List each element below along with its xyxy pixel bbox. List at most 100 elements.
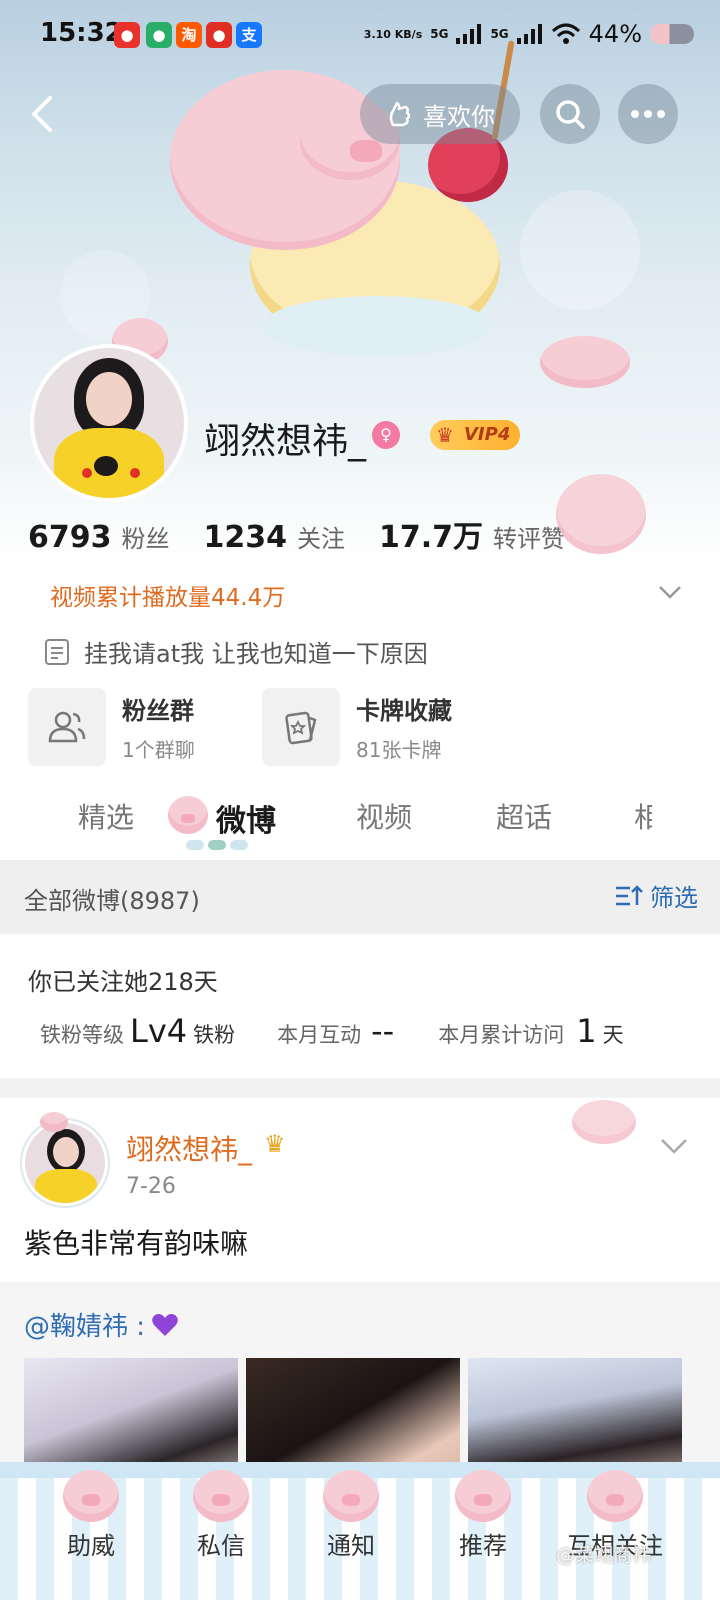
pig-sticker bbox=[556, 474, 646, 554]
search-icon bbox=[556, 100, 585, 129]
tab-weibo-label: 微博 bbox=[216, 804, 276, 839]
recommend-tab-label: 推荐 bbox=[459, 1532, 507, 1560]
like-you-label: 喜欢你 bbox=[423, 102, 495, 131]
search-button[interactable] bbox=[540, 84, 600, 144]
reposts-likes-count[interactable]: 17.7万 bbox=[379, 512, 483, 556]
post-author-avatar[interactable] bbox=[22, 1120, 108, 1206]
monthly-visits-suffix: 天 bbox=[602, 1023, 624, 1047]
like-hand-icon bbox=[389, 101, 411, 127]
net-speed: 3.10 KB/s bbox=[363, 27, 423, 41]
fan-group-entry[interactable]: 粉丝群 1个群聊 bbox=[28, 688, 195, 766]
post-text: 紫色非常有韵味嘛 bbox=[24, 1227, 249, 1260]
post-date: 7-26 bbox=[126, 1174, 176, 1199]
signal-5g-label-1: 5G bbox=[430, 27, 449, 41]
more-dots-icon bbox=[631, 110, 665, 118]
notifications-tab[interactable]: 通知 bbox=[286, 1470, 416, 1561]
cheer-tab[interactable]: 助威 bbox=[26, 1470, 156, 1561]
like-you-button[interactable]: 喜欢你 bbox=[360, 84, 520, 144]
tab-video[interactable]: 视频 bbox=[356, 796, 412, 836]
weibo-app-icon: ● bbox=[114, 22, 140, 48]
pinduoduo-app-icon: ● bbox=[206, 22, 232, 48]
watermark: @菜翊商祎 bbox=[556, 1544, 652, 1566]
back-button[interactable] bbox=[26, 94, 66, 134]
pig-tab-icon bbox=[168, 796, 208, 834]
follow-days: 你已关注她218天 bbox=[28, 968, 218, 996]
video-plays-stat: 视频累计播放量44.4万 bbox=[50, 585, 286, 611]
signal-5g-label-2: 5G bbox=[490, 27, 509, 41]
card-collection-sub: 81张卡牌 bbox=[356, 738, 442, 762]
status-time: 15:32 bbox=[40, 18, 123, 48]
signal-bars-icon bbox=[456, 24, 482, 44]
monthly-visits-label: 本月累计访问 bbox=[438, 1023, 565, 1047]
monthly-visits-value: 1 bbox=[576, 1012, 597, 1050]
cloud-pig-sticker bbox=[572, 1100, 636, 1144]
group-icon bbox=[28, 688, 106, 766]
card-collection-entry[interactable]: 卡牌收藏 81张卡牌 bbox=[262, 688, 452, 766]
followers-label[interactable]: 粉丝 bbox=[122, 519, 170, 554]
tab-featured[interactable]: 精选 bbox=[78, 796, 134, 836]
tab-active-indicator bbox=[186, 840, 248, 850]
alipay-app-icon: 支 bbox=[236, 22, 262, 48]
following-count[interactable]: 1234 bbox=[204, 520, 288, 555]
wifi-icon bbox=[551, 23, 580, 44]
signal-bars-icon-2 bbox=[516, 24, 542, 44]
chevron-down-icon bbox=[661, 1139, 687, 1154]
card-collection-title: 卡牌收藏 bbox=[356, 697, 452, 725]
female-gender-icon: ♀ bbox=[372, 421, 400, 449]
fan-level-row: 铁粉等级 Lv4 铁粉 本月互动 -- 本月累计访问 1 天 bbox=[40, 1012, 680, 1050]
profile-avatar[interactable] bbox=[30, 344, 188, 502]
repost-mention-line: @鞠婧祎 : bbox=[24, 1306, 179, 1343]
battery-icon bbox=[650, 24, 694, 44]
fan-level-label: 铁粉等级 bbox=[40, 1023, 124, 1047]
reposts-likes-label[interactable]: 转评赞 bbox=[493, 519, 565, 554]
tab-super-topic[interactable]: 超话 bbox=[496, 796, 552, 836]
followers-count[interactable]: 6793 bbox=[28, 520, 112, 555]
crown-icon: ♛ bbox=[436, 423, 454, 447]
filter-button[interactable]: 筛选 bbox=[614, 878, 698, 913]
crown-icon: ♛ bbox=[264, 1130, 286, 1158]
post-menu-button[interactable] bbox=[660, 1134, 688, 1158]
status-indicators: 3.10 KB/s 5G 5G 44% bbox=[364, 20, 694, 48]
taobao-app-icon: 淘 bbox=[176, 22, 202, 48]
post-author-name[interactable]: 翊然想祎_ bbox=[126, 1128, 252, 1168]
following-label[interactable]: 关注 bbox=[297, 519, 345, 554]
avatar-pig-sticker bbox=[40, 1112, 68, 1132]
card-icon bbox=[262, 688, 340, 766]
back-arrow-icon bbox=[32, 96, 52, 132]
profile-stats: 6793 粉丝 1234 关注 17.7万 转评赞 bbox=[28, 512, 599, 556]
filter-icon bbox=[616, 884, 643, 905]
mention-link[interactable]: @鞠婧祎 : bbox=[24, 1306, 145, 1343]
pig-phone-icon bbox=[455, 1470, 511, 1522]
profile-bio: 挂我请at我 让我也知道一下原因 bbox=[84, 640, 428, 668]
notifications-tab-label: 通知 bbox=[327, 1532, 375, 1560]
pig-icon bbox=[63, 1470, 119, 1522]
tab-weibo[interactable]: 微博 bbox=[216, 796, 276, 840]
pig-mail-icon bbox=[193, 1470, 249, 1522]
follow-info-card bbox=[0, 934, 720, 1078]
expand-profile-button[interactable] bbox=[656, 578, 684, 606]
tab-album[interactable]: 相 bbox=[634, 796, 652, 836]
recommend-tab[interactable]: 推荐 bbox=[418, 1470, 548, 1561]
monthly-interaction-value: -- bbox=[371, 1012, 395, 1050]
filter-label: 筛选 bbox=[650, 884, 698, 912]
pig-cup-icon bbox=[587, 1470, 643, 1522]
document-icon bbox=[45, 638, 69, 665]
fan-level-suffix: 铁粉 bbox=[193, 1023, 236, 1047]
monthly-interaction-label: 本月互动 bbox=[277, 1023, 362, 1047]
messages-tab[interactable]: 私信 bbox=[156, 1470, 286, 1561]
wechat-app-icon: ● bbox=[146, 22, 172, 48]
pig-bell-icon bbox=[323, 1470, 379, 1522]
fan-level-value: Lv4 bbox=[130, 1012, 188, 1050]
fan-group-title: 粉丝群 bbox=[122, 697, 194, 725]
messages-tab-label: 私信 bbox=[197, 1532, 245, 1560]
bio-row: 挂我请at我 让我也知道一下原因 bbox=[44, 634, 428, 669]
chevron-down-icon bbox=[659, 586, 681, 599]
cheer-tab-label: 助威 bbox=[67, 1532, 115, 1560]
all-weibo-count[interactable]: 全部微博(8987) bbox=[24, 881, 200, 916]
profile-username: 翊然想祎_ bbox=[204, 421, 367, 462]
more-button[interactable] bbox=[618, 84, 678, 144]
status-bar: 15:32 ● ● 淘 ● 支 3.10 KB/s 5G 5G 44% bbox=[0, 0, 720, 72]
purple-heart-icon bbox=[152, 1313, 178, 1336]
fan-group-sub: 1个群聊 bbox=[122, 738, 195, 762]
battery-percent: 44% bbox=[588, 20, 642, 48]
